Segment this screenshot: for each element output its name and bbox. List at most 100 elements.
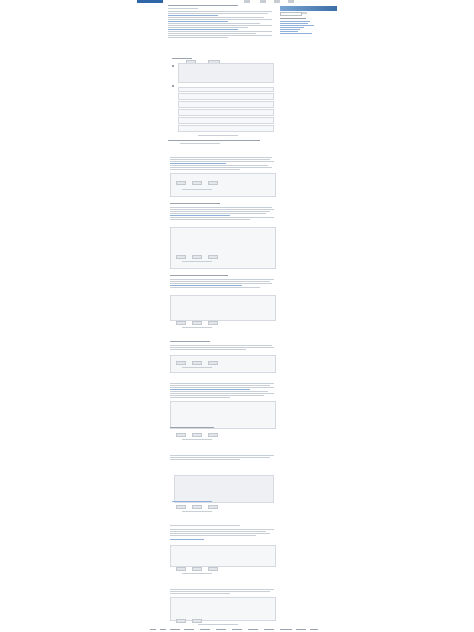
reply-button[interactable]	[176, 619, 186, 623]
post-text	[170, 591, 270, 592]
like-button[interactable]	[208, 433, 218, 437]
footer-link[interactable]	[310, 629, 318, 630]
reply-button[interactable]	[176, 321, 186, 325]
form-field[interactable]	[178, 125, 274, 132]
quote-button[interactable]	[192, 361, 202, 365]
post-box	[170, 295, 276, 321]
footer-link[interactable]	[160, 629, 166, 630]
post-heading	[170, 275, 228, 276]
nav-item[interactable]	[260, 0, 266, 3]
like-button[interactable]	[208, 181, 218, 185]
post-text	[168, 19, 272, 20]
post-signature	[182, 439, 212, 440]
post-box	[170, 545, 276, 567]
sidebar-link[interactable]	[280, 31, 298, 32]
post-text	[168, 33, 256, 34]
post-link[interactable]	[168, 21, 228, 22]
form-field[interactable]	[178, 109, 274, 116]
post-link[interactable]	[172, 501, 212, 502]
post-link[interactable]	[170, 163, 226, 164]
post-text	[170, 157, 272, 158]
post-text	[170, 165, 268, 166]
post-text	[168, 11, 272, 12]
post-text	[170, 169, 240, 170]
quote-button[interactable]	[192, 505, 202, 509]
form-footer	[198, 135, 238, 136]
post-link[interactable]	[170, 539, 204, 540]
reply-button[interactable]	[176, 181, 186, 185]
quote-button[interactable]	[192, 181, 202, 185]
footer-link[interactable]	[264, 629, 274, 630]
post-heading	[170, 427, 214, 428]
nav-item[interactable]	[288, 0, 294, 3]
post-heading	[168, 140, 260, 141]
footer-link[interactable]	[170, 629, 180, 630]
reply-button[interactable]	[176, 505, 186, 509]
post-text	[170, 529, 274, 530]
like-button[interactable]	[208, 255, 218, 259]
sidebar-link[interactable]	[280, 29, 300, 30]
footer-link[interactable]	[280, 629, 292, 630]
footer-link[interactable]	[150, 629, 156, 630]
post-link[interactable]	[170, 389, 250, 390]
footer-link[interactable]	[216, 629, 226, 630]
post-text	[168, 27, 248, 28]
like-button[interactable]	[208, 321, 218, 325]
avatar	[172, 65, 174, 67]
like-button[interactable]	[208, 361, 218, 365]
sidebar-link[interactable]	[280, 27, 304, 28]
post-text	[168, 23, 260, 24]
post-link[interactable]	[170, 215, 230, 216]
post-text	[170, 207, 272, 208]
footer-link[interactable]	[184, 629, 194, 630]
sidebar-link[interactable]	[280, 25, 314, 26]
avatar	[172, 85, 174, 87]
nav-item[interactable]	[274, 0, 280, 3]
post-text	[168, 31, 272, 32]
thread-meta	[168, 8, 198, 9]
post-text	[170, 533, 270, 534]
post-text	[170, 349, 246, 350]
quote-button[interactable]	[192, 255, 202, 259]
like-button[interactable]	[208, 505, 218, 509]
post-text	[170, 393, 274, 394]
reply-button[interactable]	[176, 433, 186, 437]
site-logo[interactable]	[137, 0, 163, 3]
form-field[interactable]	[178, 93, 274, 100]
quote-button[interactable]	[192, 567, 202, 571]
footer-link[interactable]	[296, 629, 306, 630]
post-box	[170, 597, 276, 621]
footer-link[interactable]	[248, 629, 258, 630]
form-field[interactable]	[178, 101, 274, 108]
post-text	[168, 17, 264, 18]
post-box	[170, 401, 276, 429]
footer-link[interactable]	[232, 629, 242, 630]
form-field[interactable]	[178, 117, 274, 124]
post-signature	[182, 261, 212, 262]
post-link[interactable]	[168, 15, 218, 16]
sidebar-link[interactable]	[280, 21, 310, 22]
post-text	[170, 217, 274, 218]
quoted-block	[178, 63, 274, 83]
post-text	[170, 345, 272, 346]
reply-button[interactable]	[176, 361, 186, 365]
post-text	[170, 395, 264, 396]
footer-link[interactable]	[200, 629, 210, 630]
post-signature	[182, 327, 212, 328]
sidebar-link[interactable]	[280, 23, 308, 24]
quote-button[interactable]	[192, 619, 202, 623]
like-button[interactable]	[208, 567, 218, 571]
post-text	[170, 383, 274, 384]
post-text	[168, 35, 272, 36]
reply-button[interactable]	[176, 567, 186, 571]
reply-button[interactable]	[176, 255, 186, 259]
nav-item[interactable]	[244, 0, 250, 3]
form-field[interactable]	[178, 87, 274, 92]
post-link[interactable]	[170, 285, 242, 286]
post-link[interactable]	[168, 29, 238, 30]
sidebar-link[interactable]	[280, 33, 312, 34]
quote-button[interactable]	[192, 433, 202, 437]
post-text	[170, 397, 230, 398]
quote-button[interactable]	[192, 321, 202, 325]
post-text	[170, 459, 240, 460]
